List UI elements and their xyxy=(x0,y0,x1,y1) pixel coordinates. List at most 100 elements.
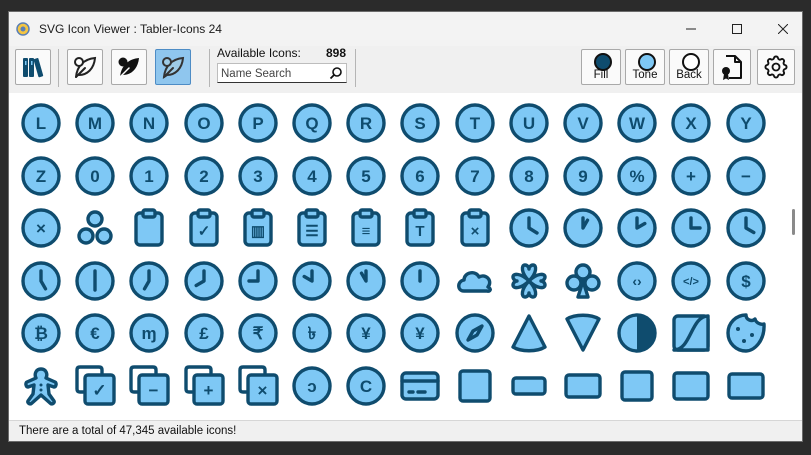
icon-tile[interactable] xyxy=(182,259,226,303)
icon-tile[interactable]: 4 xyxy=(290,154,334,198)
icon-tile[interactable]: P xyxy=(236,101,280,145)
outline-style-button[interactable] xyxy=(67,49,103,85)
icon-tile[interactable] xyxy=(398,259,442,303)
icon-tile[interactable]: 5 xyxy=(344,154,388,198)
icon-tile[interactable]: 0 xyxy=(73,154,117,198)
icon-tile[interactable]: R xyxy=(344,101,388,145)
icon-tile[interactable]: ✓ xyxy=(182,206,226,250)
icon-tile[interactable] xyxy=(561,259,605,303)
icon-tile[interactable]: U xyxy=(507,101,551,145)
icon-tile[interactable]: × xyxy=(236,364,280,408)
icon-tile[interactable] xyxy=(561,206,605,250)
scrollbar-thumb[interactable] xyxy=(792,209,795,235)
icon-tile[interactable]: C xyxy=(344,364,388,408)
icon-tile[interactable]: V xyxy=(561,101,605,145)
name-search-input[interactable] xyxy=(218,65,325,83)
icon-tile[interactable] xyxy=(724,206,768,250)
export-button[interactable] xyxy=(713,49,751,85)
icon-tile[interactable] xyxy=(236,259,280,303)
icon-tile[interactable]: 9 xyxy=(561,154,605,198)
icon-tile[interactable]: − xyxy=(724,154,768,198)
icon-tile[interactable]: 8 xyxy=(507,154,551,198)
icon-tile[interactable] xyxy=(507,311,551,355)
icon-tile[interactable]: £ xyxy=(182,311,226,355)
icon-tile[interactable]: ‹› xyxy=(615,259,659,303)
icon-tile[interactable]: 3 xyxy=(236,154,280,198)
icon-tile[interactable] xyxy=(507,364,551,408)
search-icon[interactable] xyxy=(329,66,343,80)
icon-tile[interactable]: ₹ xyxy=(236,311,280,355)
icon-tile[interactable] xyxy=(19,364,63,408)
icon-tile[interactable] xyxy=(724,311,768,355)
icon-tile[interactable]: 7 xyxy=(453,154,497,198)
icon-tile[interactable]: Y xyxy=(724,101,768,145)
icon-tile[interactable]: X xyxy=(669,101,713,145)
icon-tile[interactable]: ₿ xyxy=(19,311,63,355)
fill-color-button[interactable]: Fill xyxy=(581,49,621,85)
icon-tile[interactable]: + xyxy=(669,154,713,198)
icon-tile[interactable] xyxy=(127,259,171,303)
icon-tile[interactable] xyxy=(561,364,605,408)
close-button[interactable] xyxy=(760,12,802,46)
icon-tile[interactable] xyxy=(398,364,442,408)
library-button[interactable] xyxy=(15,49,51,85)
settings-button[interactable] xyxy=(757,49,795,85)
icon-tile[interactable]: Q xyxy=(290,101,334,145)
icon-tile[interactable] xyxy=(127,206,171,250)
icon-tile[interactable]: € xyxy=(73,311,117,355)
icon-tile[interactable] xyxy=(453,259,497,303)
icon-tile[interactable] xyxy=(453,364,497,408)
icon-tile[interactable]: S xyxy=(398,101,442,145)
icon-tile[interactable]: Z xyxy=(19,154,63,198)
filled-style-button[interactable] xyxy=(111,49,147,85)
icon-tile[interactable] xyxy=(561,311,605,355)
icon-tile[interactable]: W xyxy=(615,101,659,145)
icon-tile[interactable] xyxy=(290,259,334,303)
icon-tile[interactable] xyxy=(507,259,551,303)
icon-tile[interactable] xyxy=(615,206,659,250)
icon-tile[interactable] xyxy=(669,364,713,408)
icon-tile[interactable] xyxy=(73,259,117,303)
icon-tile[interactable]: ↄ xyxy=(290,364,334,408)
vertical-scrollbar[interactable] xyxy=(787,93,802,420)
icon-tile[interactable]: </> xyxy=(669,259,713,303)
icon-tile[interactable]: + xyxy=(182,364,226,408)
icon-tile[interactable]: % xyxy=(615,154,659,198)
name-search-field[interactable] xyxy=(217,63,347,83)
icon-tile[interactable]: ☰ xyxy=(290,206,334,250)
icon-tile[interactable]: ¥ xyxy=(344,311,388,355)
icon-tile[interactable]: ¥ xyxy=(398,311,442,355)
icon-tile[interactable]: L xyxy=(19,101,63,145)
icon-tile[interactable] xyxy=(453,311,497,355)
icon-tile[interactable] xyxy=(19,259,63,303)
icon-tile[interactable] xyxy=(615,311,659,355)
icon-tile[interactable]: 6 xyxy=(398,154,442,198)
icon-tile[interactable]: ɱ xyxy=(127,311,171,355)
maximize-button[interactable] xyxy=(714,12,760,46)
tone-color-button[interactable]: Tone xyxy=(625,49,665,85)
icon-tile[interactable]: 1 xyxy=(127,154,171,198)
minimize-button[interactable] xyxy=(668,12,714,46)
icon-tile[interactable]: × xyxy=(19,206,63,250)
icon-tile[interactable]: T xyxy=(398,206,442,250)
icon-tile[interactable]: ৳ xyxy=(290,311,334,355)
icon-tile[interactable] xyxy=(507,206,551,250)
icon-tile[interactable]: ≡ xyxy=(344,206,388,250)
icon-tile[interactable]: ▥ xyxy=(236,206,280,250)
icon-tile[interactable]: T xyxy=(453,101,497,145)
icon-tile[interactable]: × xyxy=(453,206,497,250)
icon-tile[interactable] xyxy=(73,206,117,250)
icon-tile[interactable] xyxy=(669,206,713,250)
icon-tile[interactable]: O xyxy=(182,101,226,145)
back-color-button[interactable]: Back xyxy=(669,49,709,85)
icon-tile[interactable] xyxy=(724,364,768,408)
icon-tile[interactable]: M xyxy=(73,101,117,145)
icon-tile[interactable] xyxy=(669,311,713,355)
icon-tile[interactable] xyxy=(344,259,388,303)
icon-tile[interactable]: 2 xyxy=(182,154,226,198)
icon-tile[interactable] xyxy=(615,364,659,408)
icon-tile[interactable]: ✓ xyxy=(73,364,117,408)
duotone-style-button[interactable] xyxy=(155,49,191,85)
icon-tile[interactable]: − xyxy=(127,364,171,408)
icon-tile[interactable]: N xyxy=(127,101,171,145)
